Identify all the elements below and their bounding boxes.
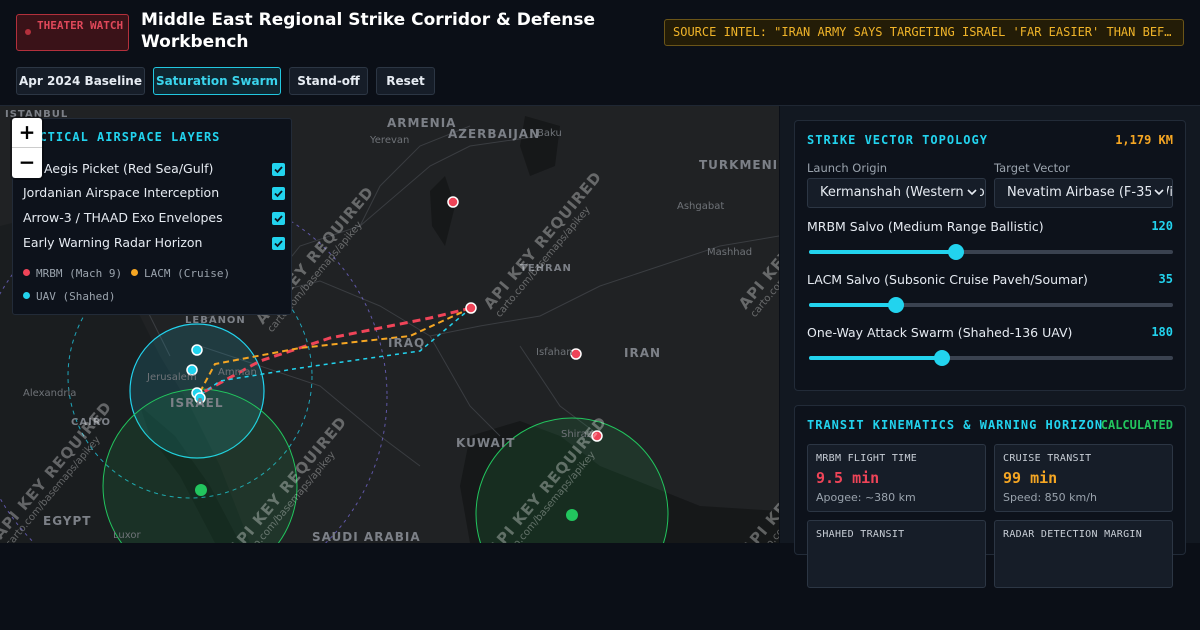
city-label: Alexandria bbox=[23, 388, 77, 399]
checkbox-checked-icon[interactable] bbox=[272, 237, 285, 250]
layer-toggle-jordan[interactable]: Jordanian Airspace Interception bbox=[23, 185, 285, 203]
stat-cruise-transit: CRUISE TRANSIT 99 min Speed: 850 km/h bbox=[994, 444, 1173, 512]
layer-label: Arrow-3 / THAAD Exo Envelopes bbox=[23, 210, 223, 225]
city-label: Yerevan bbox=[370, 135, 410, 146]
source-intel-ticker: SOURCE INTEL: "IRAN ARMY SAYS TARGETING … bbox=[664, 19, 1184, 46]
checkbox-checked-icon[interactable] bbox=[272, 163, 285, 176]
app-header: THEATER WATCH Middle East Regional Strik… bbox=[0, 0, 1200, 106]
transit-kinematics-card: TRANSIT KINEMATICS & WARNING HORIZON CAL… bbox=[794, 405, 1186, 588]
layer-label: US Aegis Picket (Red Sea/Gulf) bbox=[23, 161, 214, 176]
theater-watch-badge: THEATER WATCH bbox=[16, 14, 129, 51]
calc-status-badge: CALCULATED bbox=[1100, 418, 1173, 432]
map-label: ARMENIA bbox=[387, 116, 457, 130]
map-label: IRAQ bbox=[388, 336, 426, 350]
layer-label: Early Warning Radar Horizon bbox=[23, 235, 203, 250]
checkbox-checked-icon[interactable] bbox=[272, 187, 285, 200]
city-label: Luxor bbox=[113, 530, 141, 541]
aegis-picket-marker bbox=[566, 509, 578, 521]
stat-shahed-transit: SHAHED TRANSIT bbox=[807, 520, 986, 588]
zoom-out-button[interactable]: − bbox=[12, 148, 42, 178]
mrbm-slider-label: MRBM Salvo (Medium Range Ballistic) bbox=[807, 219, 1044, 234]
slider-thumb[interactable] bbox=[948, 244, 965, 260]
launch-origin-marker bbox=[465, 302, 477, 314]
checkbox-checked-icon[interactable] bbox=[272, 212, 285, 225]
map-label: AZERBAIJAN bbox=[448, 127, 541, 141]
layer-toggle-aegis[interactable]: US Aegis Picket (Red Sea/Gulf) bbox=[23, 161, 285, 179]
map-label: LEBANON bbox=[185, 315, 246, 326]
launch-site-marker bbox=[447, 196, 459, 208]
city-label: Baku bbox=[537, 128, 562, 139]
mrbm-slider-value: 120 bbox=[1151, 219, 1173, 233]
uav-slider-label: One-Way Attack Swarm (Shahed-136 UAV) bbox=[807, 325, 1073, 340]
lacm-slider-label: LACM Salvo (Subsonic Cruise Paveh/Soumar… bbox=[807, 272, 1088, 287]
mrbm-salvo-slider[interactable] bbox=[809, 244, 1173, 260]
slider-thumb[interactable] bbox=[888, 297, 905, 313]
map-label: KUWAIT bbox=[456, 436, 516, 450]
stat-radar-detection-margin: RADAR DETECTION MARGIN bbox=[994, 520, 1173, 588]
reset-button[interactable]: Reset bbox=[376, 67, 435, 95]
map-label: ISRAEL bbox=[170, 396, 224, 410]
layer-toggle-radar-horizon[interactable]: Early Warning Radar Horizon bbox=[23, 235, 285, 253]
legend-mrbm: MRBM (Mach 9) bbox=[23, 267, 122, 280]
page-title: Middle East Regional Strike Corridor & D… bbox=[141, 10, 596, 52]
slider-thumb[interactable] bbox=[933, 350, 950, 366]
chevron-down-icon bbox=[964, 179, 980, 207]
legend-uav: UAV (Shahed) bbox=[23, 290, 115, 303]
map-label: TURKMENIS bbox=[699, 158, 779, 172]
uav-dot-icon bbox=[23, 292, 30, 299]
target-label: Target Vector bbox=[994, 161, 1070, 175]
airspace-layers-panel: TACTICAL AIRSPACE LAYERS US Aegis Picket… bbox=[12, 118, 292, 315]
legend-lacm: LACM (Cruise) bbox=[131, 267, 230, 280]
map-zoom-control: + − bbox=[12, 118, 42, 178]
mrbm-dot-icon bbox=[23, 269, 30, 276]
layer-label: Jordanian Airspace Interception bbox=[23, 185, 220, 200]
scenario-button-saturation-swarm[interactable]: Saturation Swarm bbox=[153, 67, 281, 95]
alert-dot-icon bbox=[25, 29, 31, 35]
distance-readout: 1,179 KM bbox=[1115, 133, 1173, 147]
badge-label: THEATER WATCH bbox=[37, 19, 124, 32]
aegis-picket-marker bbox=[195, 484, 207, 496]
map-label: EGYPT bbox=[43, 514, 92, 528]
map-label: SAUDI ARABIA bbox=[312, 530, 421, 543]
origin-label: Launch Origin bbox=[807, 161, 888, 175]
target-vector-select[interactable]: Nevatim Airbase (F-35 Wing) bbox=[994, 178, 1173, 208]
uav-slider-value: 180 bbox=[1151, 325, 1173, 339]
control-panel: STRIKE VECTOR TOPOLOGY 1,179 KM Launch O… bbox=[780, 106, 1200, 588]
stat-mrbm-flight-time: MRBM FLIGHT TIME 9.5 min Apogee: ~380 km bbox=[807, 444, 986, 512]
city-label: Mashhad bbox=[707, 247, 753, 258]
lacm-dot-icon bbox=[131, 269, 138, 276]
layer-toggle-arrow3-thaad[interactable]: Arrow-3 / THAAD Exo Envelopes bbox=[23, 210, 285, 228]
scenario-button-baseline[interactable]: Apr 2024 Baseline bbox=[16, 67, 145, 95]
layers-panel-title: TACTICAL AIRSPACE LAYERS bbox=[23, 130, 221, 144]
launch-origin-select[interactable]: Kermanshah (Western Command) bbox=[807, 178, 986, 208]
city-label: Ashgabat bbox=[677, 201, 725, 212]
strike-vector-card: STRIKE VECTOR TOPOLOGY 1,179 KM Launch O… bbox=[794, 120, 1186, 391]
lacm-slider-value: 35 bbox=[1158, 272, 1173, 286]
scenario-button-stand-off[interactable]: Stand-off bbox=[289, 67, 368, 95]
city-label: Isfahan bbox=[536, 347, 573, 358]
chevron-down-icon bbox=[1151, 179, 1167, 207]
transit-card-title: TRANSIT KINEMATICS & WARNING HORIZON bbox=[807, 418, 1104, 432]
defense-site-marker bbox=[191, 344, 203, 356]
theater-map[interactable]: ISTANBUL ARMENIA AZERBAIJAN TURKMENIS IR… bbox=[0, 106, 779, 543]
uav-swarm-slider[interactable] bbox=[809, 350, 1173, 366]
city-label: Amman bbox=[218, 367, 257, 378]
lacm-salvo-slider[interactable] bbox=[809, 297, 1173, 313]
zoom-in-button[interactable]: + bbox=[12, 118, 42, 148]
strike-card-title: STRIKE VECTOR TOPOLOGY bbox=[807, 133, 988, 147]
city-label: Jerusalem bbox=[147, 372, 197, 383]
map-label: IRAN bbox=[624, 346, 662, 360]
